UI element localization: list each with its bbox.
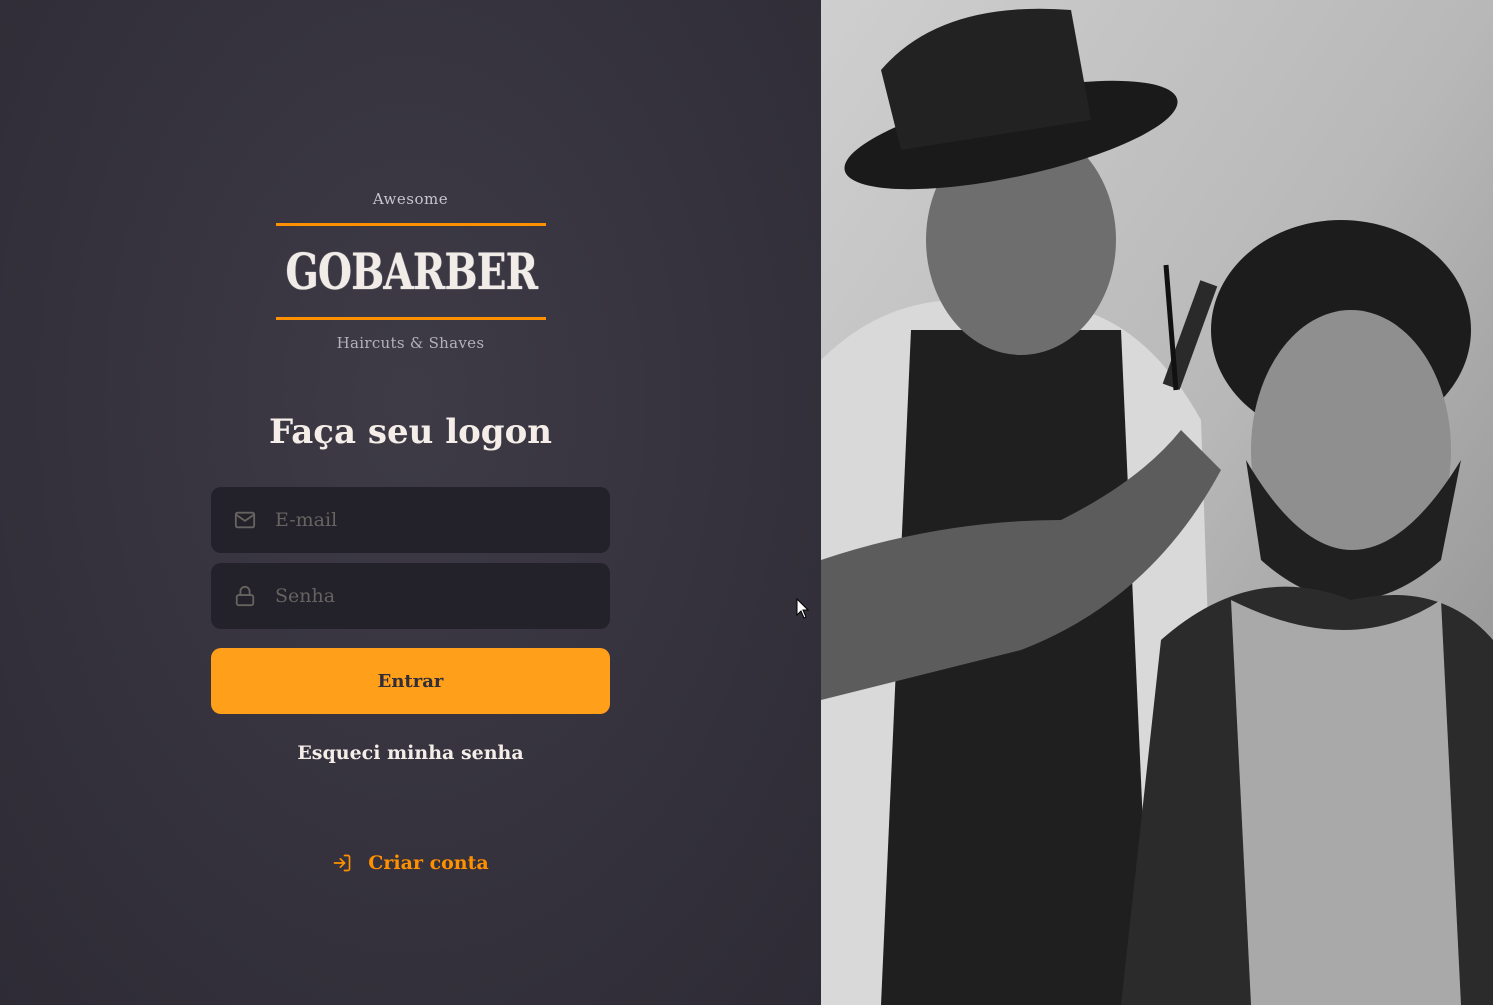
email-input[interactable] <box>275 509 610 531</box>
create-account-link[interactable]: Criar conta <box>0 852 821 874</box>
email-field-container <box>211 487 610 553</box>
page-title: Faça seu logon <box>269 412 552 452</box>
forgot-password-link[interactable]: Esqueci minha senha <box>0 742 821 764</box>
logo: GOBARBER <box>276 234 546 310</box>
password-input[interactable] <box>275 585 610 607</box>
login-panel: Awesome GOBARBER Haircuts & Shaves Faça … <box>0 0 821 1005</box>
login-button[interactable]: Entrar <box>211 648 610 714</box>
password-field-container <box>211 563 610 629</box>
logo-top-text: Awesome <box>372 190 449 208</box>
logo-divider-bottom <box>276 317 546 320</box>
mouse-cursor-icon <box>796 597 810 624</box>
log-in-icon <box>332 853 352 873</box>
logo-wordmark: GOBARBER <box>285 242 538 301</box>
barber-photo-illustration <box>821 0 1493 1005</box>
hero-image <box>821 0 1493 1005</box>
login-content: Awesome GOBARBER Haircuts & Shaves Faça … <box>0 0 821 1005</box>
lock-icon <box>233 584 257 608</box>
logo-subtitle: Haircuts & Shaves <box>336 334 485 352</box>
mail-icon <box>233 508 257 532</box>
logo-divider-top <box>276 223 546 226</box>
create-account-label: Criar conta <box>368 852 489 874</box>
